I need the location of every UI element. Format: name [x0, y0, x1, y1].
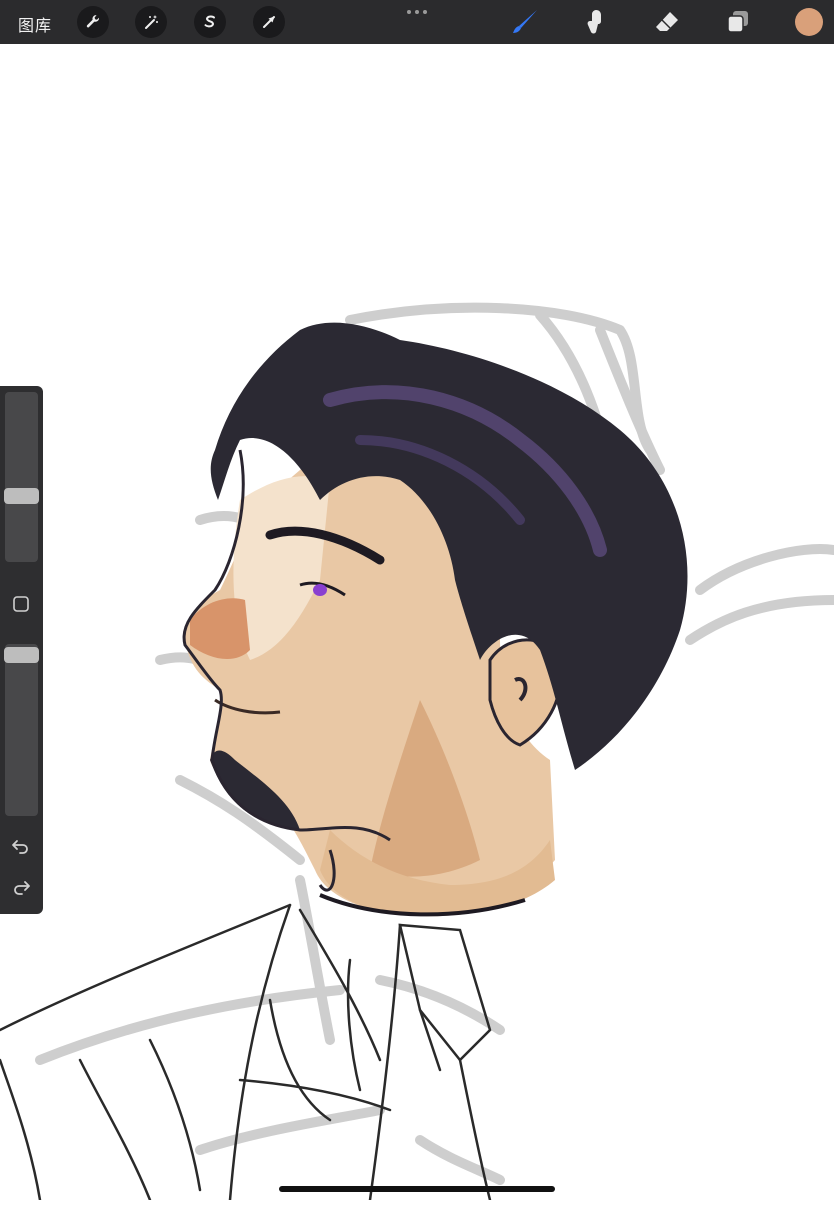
smudge-icon: [587, 10, 601, 34]
brush-tool-button[interactable]: [509, 7, 541, 37]
brush-icon: [513, 10, 537, 33]
redo-button[interactable]: [10, 876, 32, 898]
magic-wand-icon: [145, 15, 158, 29]
eraser-icon: [656, 12, 678, 31]
selection-s-icon: [204, 15, 215, 28]
actions-button[interactable]: [77, 6, 109, 38]
selection-button[interactable]: [194, 6, 226, 38]
undo-icon: [12, 840, 28, 854]
transform-button[interactable]: [253, 6, 285, 38]
left-sidebar: [0, 386, 43, 914]
square-icon: [13, 596, 29, 612]
brush-size-thumb[interactable]: [4, 488, 39, 504]
dot-icon: [415, 10, 419, 14]
opacity-slider[interactable]: [4, 644, 39, 816]
redo-icon: [14, 881, 30, 895]
home-indicator[interactable]: [279, 1186, 555, 1192]
undo-button[interactable]: [10, 835, 32, 857]
layers-icon: [727, 11, 748, 33]
wrench-icon: [86, 15, 100, 28]
layers-button[interactable]: [722, 7, 754, 37]
more-options-button[interactable]: [404, 6, 430, 18]
arrow-cursor-icon: [263, 16, 275, 28]
top-toolbar: 图库: [0, 0, 834, 44]
gallery-button[interactable]: 图库: [18, 12, 52, 36]
smudge-tool-button[interactable]: [580, 7, 612, 37]
dot-icon: [407, 10, 411, 14]
drawing-canvas[interactable]: [0, 44, 834, 1202]
color-picker-button[interactable]: [795, 8, 823, 36]
brush-size-slider[interactable]: [4, 392, 39, 562]
modify-button[interactable]: [12, 595, 30, 613]
portrait-artwork: [0, 302, 834, 1202]
opacity-thumb[interactable]: [4, 647, 39, 663]
eraser-tool-button[interactable]: [651, 7, 683, 37]
adjustments-button[interactable]: [135, 6, 167, 38]
dot-icon: [423, 10, 427, 14]
